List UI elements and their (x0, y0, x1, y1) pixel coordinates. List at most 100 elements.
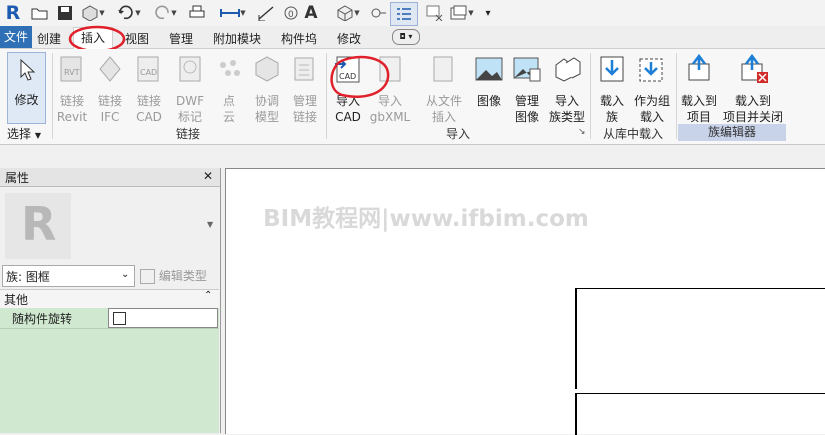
tab-file[interactable]: 文件 (0, 26, 33, 48)
link-ifc-label-1: 链接 (97, 94, 122, 108)
dwf-markup-label-2: 标记 (177, 110, 202, 124)
load-family-icon (596, 53, 628, 85)
point-cloud-icon (213, 53, 245, 85)
load-as-group-icon (636, 53, 668, 85)
type-selector-dropdown[interactable]: 族: 图框 ⌄ (2, 265, 135, 287)
tab-component-dock[interactable]: 构件坞 (281, 30, 317, 47)
insert-from-file-label-1: 从文件 (425, 94, 462, 108)
sync-icon[interactable]: ▼ (80, 3, 106, 23)
image-label-1: 图像 (476, 94, 501, 108)
import-family-types-label-2: 族类型 (548, 110, 585, 124)
property-row: 随构件旋转 (0, 308, 219, 329)
revit-logo-icon[interactable]: R (3, 2, 23, 24)
panel-divider (326, 53, 327, 139)
point-cloud-label-2: 云 (222, 110, 235, 124)
svg-text:RVT: RVT (64, 68, 80, 77)
load-family-label-1: 载入 (599, 94, 624, 108)
section-title: 其他 (4, 293, 29, 307)
load-into-project-button[interactable]: 载入到 项目 (679, 53, 719, 125)
tab-modify[interactable]: 修改 (337, 30, 361, 47)
panel-divider (590, 53, 591, 139)
load-into-project-close-button[interactable]: 载入到 项目并关闭 (723, 53, 783, 125)
property-value-cell (108, 308, 218, 328)
load-into-project-close-label-2: 项目并关闭 (723, 110, 784, 124)
link-revit-icon: RVT (56, 53, 88, 85)
thin-lines-icon[interactable] (390, 2, 418, 26)
measure-icon[interactable]: ▼ (216, 3, 250, 23)
coordination-model-label-1: 协调 (254, 94, 279, 108)
import-family-types-icon (551, 53, 583, 85)
select-panel-label[interactable]: 选择 ▼ (7, 125, 41, 142)
point-cloud-label-1: 点 (222, 94, 235, 108)
manage-images-icon (511, 53, 543, 85)
properties-title-bar: 属性 ✕ (0, 168, 220, 187)
manage-images-button[interactable]: 管理 图像 (507, 53, 547, 125)
undo-icon[interactable]: ▼ (114, 3, 144, 23)
tab-addins[interactable]: 附加模块 (213, 30, 261, 47)
point-cloud-button[interactable]: 点云 (209, 53, 249, 125)
edit-type-button[interactable]: 编辑类型 (140, 267, 207, 284)
insert-from-file-icon (428, 53, 460, 85)
switch-windows-icon[interactable]: ▼ (448, 3, 476, 23)
customize-icon[interactable]: ▾ (480, 3, 496, 23)
load-as-group-button[interactable]: 作为组 载入 (632, 53, 672, 125)
manage-links-label-2: 链接 (292, 110, 317, 124)
panel-divider (676, 53, 677, 139)
manage-links-button[interactable]: 管理 链接 (285, 53, 325, 125)
print-icon[interactable] (186, 3, 208, 23)
tab-view[interactable]: 视图 (125, 30, 149, 47)
link-cad-label-1: 链接 (136, 94, 161, 108)
load-family-label-2: 族 (605, 110, 618, 124)
import-panel-label: 导入 (445, 127, 470, 141)
link-cad-icon: CAD (133, 53, 165, 85)
dwf-markup-label-1: DWF (175, 94, 204, 108)
text-icon[interactable]: A (302, 3, 320, 23)
load-into-project-close-label-1: 载入到 (735, 94, 772, 108)
panel-launcher-icon[interactable]: ↘ (578, 127, 586, 137)
import-family-types-button[interactable]: 导入 族类型 (547, 53, 587, 125)
drawing-canvas[interactable]: BIM教程网|www.ifbim.com (225, 168, 825, 435)
dwf-markup-button[interactable]: DWF 标记 (170, 53, 210, 125)
open-icon[interactable] (30, 3, 50, 23)
chevron-down-icon: ⌄ (121, 269, 130, 280)
coordination-model-icon (251, 53, 283, 85)
revit-logo-icon: R (21, 197, 57, 251)
close-icon[interactable]: ✕ (203, 169, 213, 183)
3d-view-icon[interactable]: ▼ (333, 3, 363, 23)
save-icon[interactable] (55, 3, 75, 23)
redo-icon[interactable]: ▼ (150, 3, 180, 23)
section-icon[interactable] (368, 3, 388, 23)
load-into-project-label-1: 载入到 (680, 94, 717, 108)
type-preview-image: R (5, 193, 71, 259)
rotate-with-component-checkbox[interactable] (113, 312, 126, 325)
manage-images-label-1: 管理 (514, 94, 539, 108)
link-revit-label-2: Revit (56, 110, 88, 124)
link-revit-button[interactable]: RVT 链接 Revit (52, 53, 92, 125)
tab-manage[interactable]: 管理 (169, 30, 193, 47)
properties-title: 属性 (5, 171, 30, 185)
insert-from-file-label-2: 插入 (431, 110, 456, 124)
close-windows-icon[interactable] (425, 3, 445, 23)
chevron-down-icon[interactable]: ▼ (207, 220, 213, 229)
link-cad-label-2: CAD (136, 110, 162, 124)
watermark-text: BIM教程网|www.ifbim.com (263, 206, 589, 232)
image-button[interactable]: 图像 (469, 53, 509, 109)
dimension-icon[interactable] (255, 3, 277, 23)
modify-button[interactable]: 修改 (7, 52, 46, 124)
insert-from-file-button[interactable]: 从文件 插入 (424, 53, 464, 125)
coordination-model-button[interactable]: 协调 模型 (247, 53, 287, 125)
link-ifc-button[interactable]: 链接 IFC (90, 53, 130, 125)
coordination-model-label-2: 模型 (254, 110, 279, 124)
link-cad-button[interactable]: CAD 链接 CAD (129, 53, 169, 125)
minimize-ribbon-icon[interactable]: ◘ ▾ (392, 29, 420, 45)
tab-create[interactable]: 创建 (37, 30, 61, 47)
manage-links-icon (289, 53, 321, 85)
svg-text:CAD: CAD (140, 68, 157, 77)
cursor-icon (20, 59, 36, 81)
tag-icon[interactable]: 0 (280, 3, 300, 23)
properties-section-header[interactable]: 其他 ⌃ (0, 289, 219, 309)
load-family-button[interactable]: 载入族 (592, 53, 632, 125)
load-as-group-label-1: 作为组 (633, 94, 670, 108)
collapse-icon: ⌃ (204, 290, 213, 301)
ribbon-tabs: 文件 创建 插入 视图 管理 附加模块 构件坞 修改 ◘ ▾ (0, 25, 825, 53)
